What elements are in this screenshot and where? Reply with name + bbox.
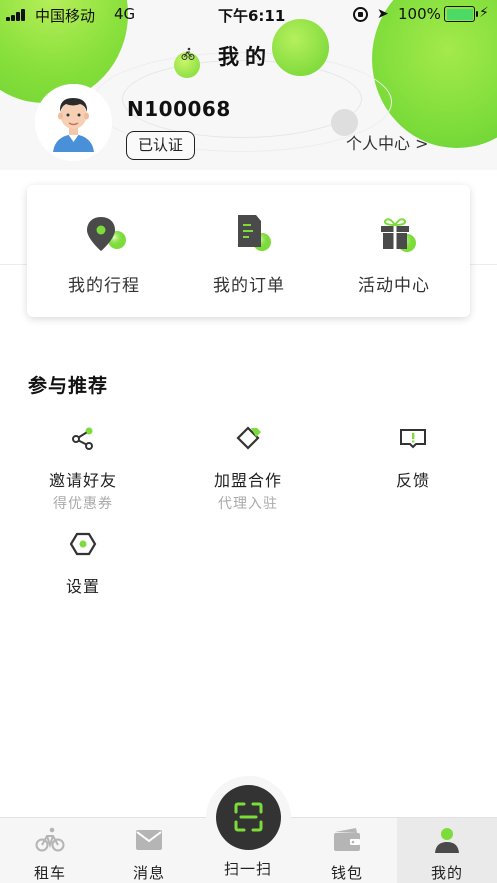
- invite-friends-button[interactable]: 邀请好友 得优惠券: [23, 425, 143, 513]
- tab-messages[interactable]: 消息: [99, 818, 199, 883]
- bicycle-icon: [35, 827, 65, 852]
- feedback-button[interactable]: 反馈: [353, 425, 473, 491]
- gift-icon: [381, 218, 416, 252]
- quick-action-label: 我的订单: [213, 276, 285, 296]
- hexagon-settings-icon: [69, 532, 97, 556]
- cyclist-icon: [181, 47, 195, 60]
- tab-label: 扫一扫: [223, 860, 272, 878]
- clock: 下午6:11: [218, 7, 286, 25]
- activity-center-button[interactable]: 活动中心: [324, 185, 464, 317]
- feedback-icon: [400, 429, 426, 449]
- recommend-label: 反馈: [395, 471, 430, 490]
- battery-icon: [444, 6, 478, 22]
- tab-label: 我的: [430, 864, 463, 882]
- section-title: 参与推荐: [28, 375, 109, 397]
- join-partner-button[interactable]: 加盟合作 代理入驻: [188, 425, 308, 513]
- diamond-tag-icon: [236, 426, 261, 450]
- recommend-sublabel: 代理入驻: [218, 496, 278, 512]
- tab-wallet[interactable]: 钱包: [297, 818, 397, 883]
- recommend-sublabel: 得优惠券: [53, 496, 113, 512]
- person-icon: [435, 828, 459, 853]
- tab-label: 租车: [33, 864, 66, 882]
- status-bar: 中国移动 4G 下午6:11 ➤ 100% ⚡: [0, 0, 497, 28]
- recommend-label: 加盟合作: [213, 471, 282, 490]
- carrier-name: 中国移动: [35, 7, 96, 25]
- tab-label: 消息: [132, 864, 165, 882]
- tab-mine[interactable]: 我的: [397, 818, 497, 883]
- verified-badge: 已认证: [126, 131, 195, 160]
- scan-icon: [234, 802, 263, 832]
- quick-action-label: 我的行程: [68, 276, 140, 296]
- tab-rent[interactable]: 租车: [0, 818, 100, 883]
- scan-button[interactable]: [216, 785, 281, 850]
- user-avatar-icon: [35, 84, 112, 161]
- tab-label: 钱包: [330, 864, 363, 882]
- message-icon: [136, 830, 162, 850]
- document-icon: [238, 215, 271, 251]
- recommend-label: 设置: [65, 577, 100, 596]
- location-pin-icon: [87, 217, 126, 251]
- charging-icon: ⚡: [479, 5, 489, 21]
- settings-button[interactable]: 设置: [23, 531, 143, 597]
- quick-action-label: 活动中心: [358, 276, 430, 296]
- avatar[interactable]: [35, 84, 112, 161]
- user-id: N100068: [127, 97, 231, 121]
- wallet-icon: [334, 828, 360, 851]
- personal-center-link[interactable]: 个人中心 >: [346, 130, 429, 154]
- network-type: 4G: [114, 5, 136, 23]
- signal-icon: [6, 9, 32, 21]
- my-trips-button[interactable]: 我的行程: [34, 185, 174, 317]
- orientation-lock-icon: [353, 7, 368, 22]
- battery-percent: 100%: [398, 5, 441, 23]
- page-title: 我的: [218, 45, 272, 69]
- share-icon: [72, 427, 93, 450]
- my-orders-button[interactable]: 我的订单: [179, 185, 319, 317]
- recommend-label: 邀请好友: [48, 471, 117, 490]
- location-arrow-icon: ➤: [377, 6, 389, 22]
- quick-actions-card: 我的行程 我的订单 活动中心: [27, 185, 470, 317]
